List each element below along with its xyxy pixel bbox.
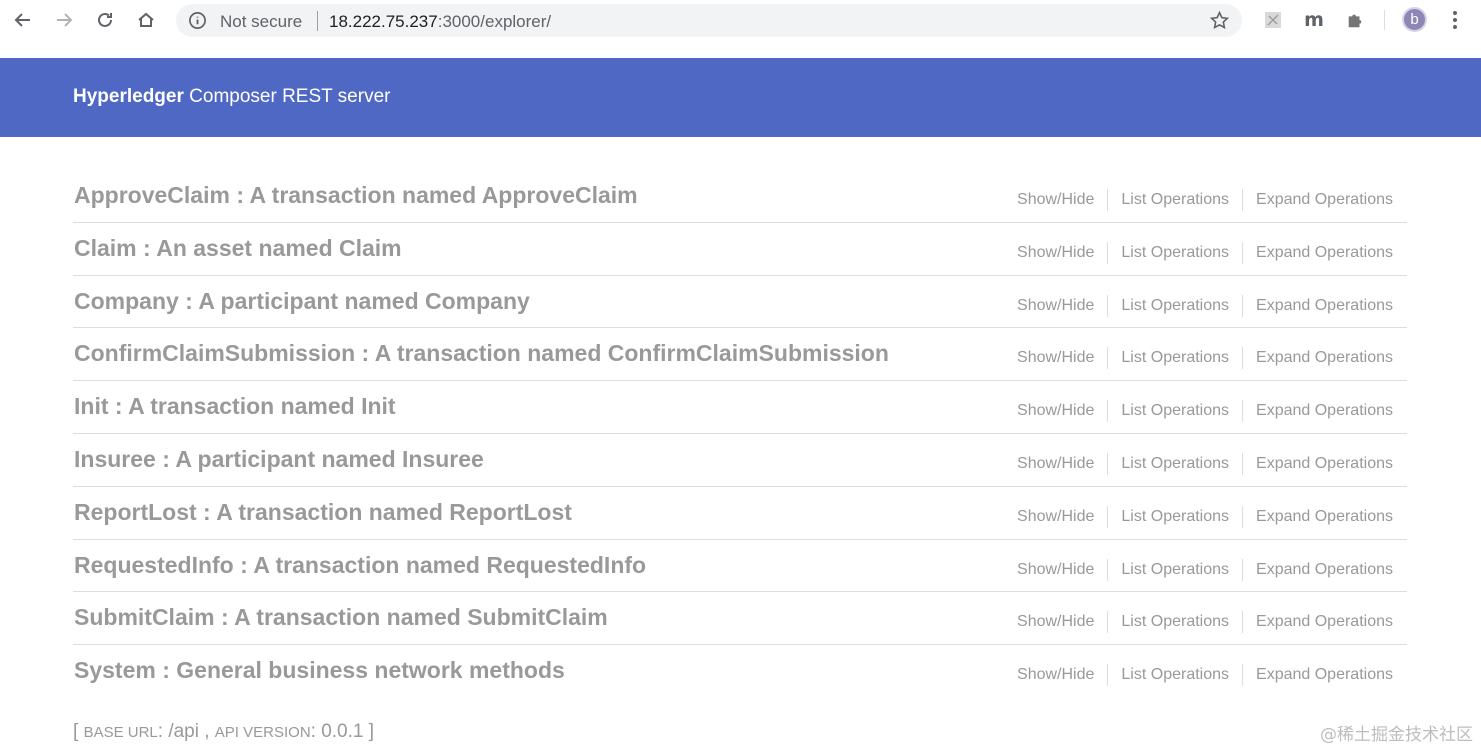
- list-operations-link[interactable]: List Operations: [1108, 244, 1242, 262]
- expand-operations-link[interactable]: Expand Operations: [1243, 508, 1393, 526]
- resource-row: Init : A transaction named Init Show/Hide…: [73, 381, 1407, 434]
- show-hide-link[interactable]: Show/Hide: [1017, 666, 1107, 684]
- resource-operations: Show/Hide List Operations Expand Operation…: [1017, 505, 1393, 528]
- reload-button[interactable]: [91, 6, 119, 34]
- resource-operations: Show/Hide List Operations Expand Operation…: [1017, 189, 1393, 211]
- resource-row: ReportLost : A transaction named ReportL…: [73, 487, 1407, 540]
- app-title-rest: Composer REST server: [183, 86, 391, 107]
- list-operations-link[interactable]: List Operations: [1108, 613, 1242, 631]
- resource-title[interactable]: Insuree : A participant named Insuree: [74, 446, 484, 473]
- resource-row: SubmitClaim : A transaction named Submit…: [73, 592, 1407, 646]
- url-path: :3000/explorer/: [437, 12, 552, 31]
- resource-row: Company : A participant named Company Sho…: [73, 276, 1407, 329]
- list-operations-link[interactable]: List Operations: [1108, 402, 1242, 420]
- base-url-value: : /api ,: [157, 721, 215, 742]
- resource-row: RequestedInfo : A transaction named Requ…: [73, 540, 1407, 593]
- show-hide-link[interactable]: Show/Hide: [1017, 561, 1107, 579]
- expand-operations-link[interactable]: Expand Operations: [1243, 191, 1393, 209]
- watermark: @稀土掘金技术社区: [1320, 725, 1473, 745]
- resource-operations: Show/Hide List Operations Expand Operation…: [1017, 664, 1393, 687]
- resource-title[interactable]: ConfirmClaimSubmission : A transaction n…: [74, 340, 889, 367]
- show-hide-link[interactable]: Show/Hide: [1017, 402, 1107, 420]
- resource-operations: Show/Hide List Operations Expand Operation…: [1017, 347, 1393, 370]
- avatar[interactable]: b: [1402, 7, 1427, 32]
- resource-title[interactable]: System : General business network method…: [74, 657, 565, 684]
- base-url-label: Base URL: [83, 724, 158, 741]
- expand-operations-link[interactable]: Expand Operations: [1243, 613, 1393, 631]
- list-operations-link[interactable]: List Operations: [1108, 508, 1242, 526]
- resource-title[interactable]: Company : A participant named Company: [74, 288, 530, 315]
- extension-pdf-button[interactable]: [1262, 8, 1284, 32]
- app-header: Hyperledger Composer REST server: [0, 58, 1481, 137]
- address-bar[interactable]: Not secure 18.222.75.237:3000/explorer/: [176, 4, 1242, 37]
- reload-icon: [98, 12, 112, 27]
- resource-row: ApproveClaim : A transaction named Appro…: [73, 170, 1407, 223]
- footer-base-info: [ Base URL: /api , Api Version: 0.0.1 ]: [73, 721, 374, 743]
- puzzle-icon: [1348, 14, 1362, 28]
- extension-icon: [1265, 12, 1281, 28]
- menu-dots-icon[interactable]: [1443, 8, 1467, 32]
- api-version-label: Api Version: [214, 724, 311, 741]
- expand-operations-link[interactable]: Expand Operations: [1243, 666, 1393, 684]
- resource-row: System : General business network method…: [73, 645, 1407, 698]
- show-hide-link[interactable]: Show/Hide: [1017, 297, 1107, 315]
- list-operations-link[interactable]: List Operations: [1108, 191, 1242, 209]
- expand-operations-link[interactable]: Expand Operations: [1243, 297, 1393, 315]
- list-operations-link[interactable]: List Operations: [1108, 349, 1242, 367]
- api-version-value: : 0.0.1 ]: [310, 721, 375, 742]
- extension-m-button[interactable]: m: [1301, 8, 1327, 32]
- expand-operations-link[interactable]: Expand Operations: [1243, 402, 1393, 420]
- resource-operations: Show/Hide List Operations Expand Operation…: [1017, 611, 1393, 634]
- resource-title[interactable]: RequestedInfo : A transaction named Requ…: [74, 552, 646, 579]
- show-hide-link[interactable]: Show/Hide: [1017, 349, 1107, 367]
- resource-row: ConfirmClaimSubmission : A transaction n…: [73, 328, 1407, 382]
- not-secure-label[interactable]: Not secure: [220, 12, 302, 32]
- back-button[interactable]: [9, 6, 37, 34]
- list-operations-link[interactable]: List Operations: [1108, 561, 1242, 579]
- show-hide-link[interactable]: Show/Hide: [1017, 613, 1107, 631]
- list-operations-link[interactable]: List Operations: [1108, 297, 1242, 315]
- extension-puzzle-button[interactable]: [1344, 8, 1366, 32]
- url-host: 18.222.75.237: [329, 12, 438, 31]
- resource-row: Claim : An asset named Claim Show/Hide Lis…: [73, 223, 1407, 276]
- show-hide-link[interactable]: Show/Hide: [1017, 508, 1107, 526]
- url-text[interactable]: 18.222.75.237:3000/explorer/: [329, 12, 551, 32]
- expand-operations-link[interactable]: Expand Operations: [1243, 561, 1393, 579]
- resource-title[interactable]: Init : A transaction named Init: [74, 393, 396, 420]
- show-hide-link[interactable]: Show/Hide: [1017, 244, 1107, 262]
- resource-operations: Show/Hide List Operations Expand Operation…: [1017, 400, 1393, 423]
- forward-button[interactable]: [50, 6, 78, 34]
- show-hide-link[interactable]: Show/Hide: [1017, 455, 1107, 473]
- app-title[interactable]: Hyperledger Composer REST server: [73, 86, 390, 108]
- list-operations-link[interactable]: List Operations: [1108, 666, 1242, 684]
- resource-title[interactable]: Claim : An asset named Claim: [74, 235, 402, 262]
- resource-operations: Show/Hide List Operations Expand Operation…: [1017, 558, 1393, 581]
- resource-operations: Show/Hide List Operations Expand Operation…: [1017, 241, 1393, 264]
- resource-title[interactable]: ApproveClaim : A transaction named Appro…: [74, 182, 638, 209]
- home-button[interactable]: [132, 6, 160, 34]
- info-icon[interactable]: [188, 11, 207, 30]
- resource-row: Insuree : A participant named Insuree Sho…: [73, 434, 1407, 487]
- back-arrow-icon: [14, 13, 30, 27]
- expand-operations-link[interactable]: Expand Operations: [1243, 349, 1393, 367]
- show-hide-link[interactable]: Show/Hide: [1017, 191, 1107, 209]
- toolbar-divider: [1384, 10, 1385, 30]
- home-icon: [138, 12, 154, 27]
- resource-operations: Show/Hide List Operations Expand Operation…: [1017, 452, 1393, 475]
- resource-operations: Show/Hide List Operations Expand Operation…: [1017, 294, 1393, 317]
- list-operations-link[interactable]: List Operations: [1108, 455, 1242, 473]
- resource-title[interactable]: SubmitClaim : A transaction named Submit…: [74, 604, 608, 631]
- expand-operations-link[interactable]: Expand Operations: [1243, 455, 1393, 473]
- footer-open-bracket: [: [73, 721, 84, 742]
- forward-arrow-icon: [57, 13, 73, 27]
- resource-list: ApproveClaim : A transaction named Appro…: [73, 170, 1407, 698]
- browser-toolbar: Not secure 18.222.75.237:3000/explorer/ …: [0, 0, 1481, 40]
- expand-operations-link[interactable]: Expand Operations: [1243, 244, 1393, 262]
- app-title-bold: Hyperledger: [73, 86, 184, 107]
- omnibox-divider: [317, 11, 318, 31]
- star-icon[interactable]: [1209, 10, 1230, 31]
- resource-title[interactable]: ReportLost : A transaction named ReportL…: [74, 499, 572, 526]
